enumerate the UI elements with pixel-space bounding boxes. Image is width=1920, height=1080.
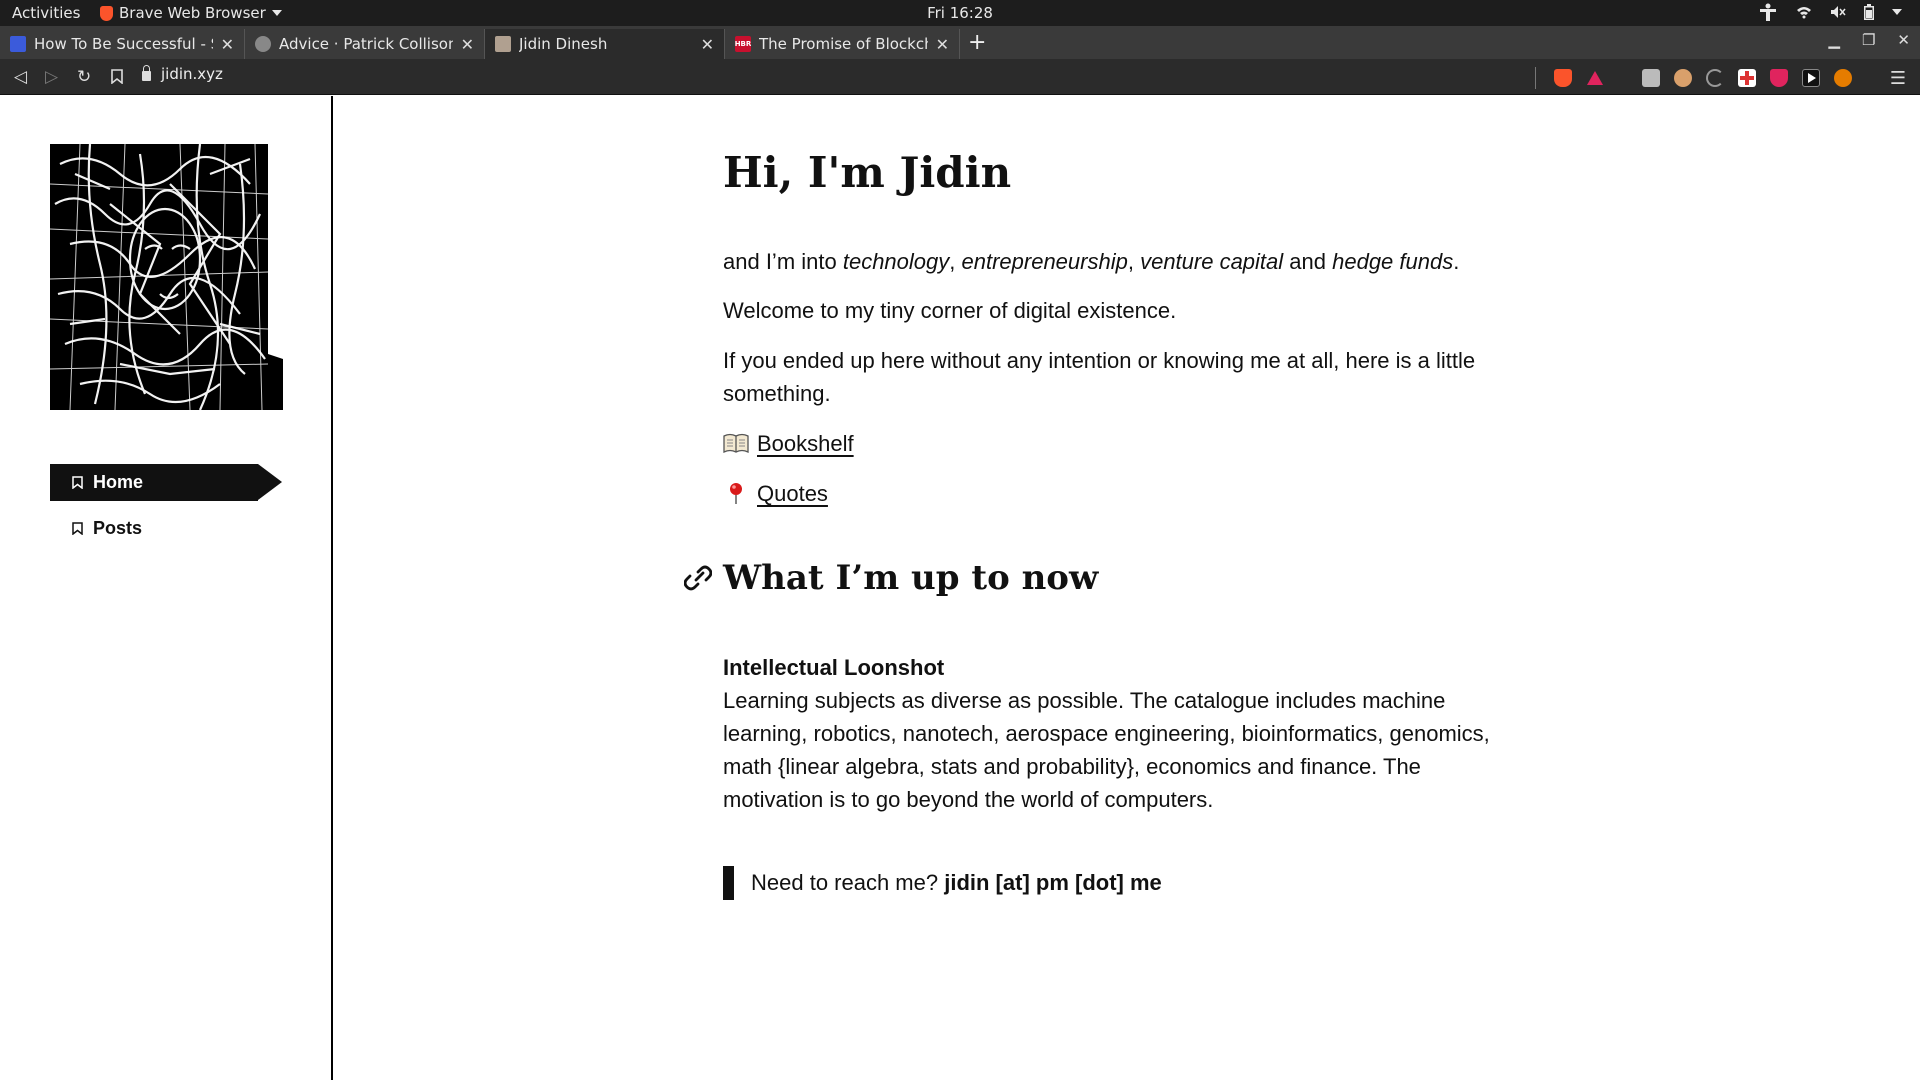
contact-prefix: Need to reach me? — [751, 870, 945, 895]
tab-promise-of-blockchain[interactable]: HBR The Promise of Blockchain ✕ — [725, 29, 960, 59]
interest-technology: technology — [842, 249, 950, 274]
open-book-icon — [723, 433, 749, 454]
bookmark-icon — [72, 476, 83, 489]
tab-title: How To Be Successful - Sam — [34, 35, 213, 53]
sidebar: Home Posts — [0, 96, 333, 1080]
sidebar-item-label: Posts — [93, 518, 143, 538]
intro-prefix: and I’m into — [723, 249, 843, 274]
sidebar-item-label: Home — [93, 472, 144, 492]
tab-strip: How To Be Successful - Sam ✕ Advice · Pa… — [0, 26, 1920, 59]
avatar — [50, 144, 283, 410]
tab-jidin-dinesh[interactable]: Jidin Dinesh ✕ — [485, 29, 725, 59]
callout-bar — [723, 866, 734, 900]
chevron-down-icon — [271, 10, 282, 16]
tab-favicon-icon — [255, 36, 271, 52]
restore-icon[interactable]: ❐ — [1862, 31, 1875, 49]
quotes-line: Quotes — [723, 477, 1513, 510]
interest-hedge-funds: hedge funds — [1332, 249, 1454, 274]
intro-separator: , — [949, 249, 962, 274]
sidebar-nav: Home Posts — [50, 464, 283, 556]
close-tab-icon[interactable]: ✕ — [701, 35, 714, 54]
extension-icon[interactable] — [1833, 69, 1852, 87]
activities-button[interactable]: Activities — [12, 4, 80, 22]
link-anchor-icon[interactable] — [684, 564, 712, 592]
extensions-area: ☰ — [1534, 67, 1906, 89]
close-tab-icon[interactable]: ✕ — [221, 35, 234, 54]
lock-icon — [142, 65, 151, 81]
contact-callout: Need to reach me? jidin [at] pm [dot] me — [723, 866, 1162, 900]
extension-icon[interactable] — [1801, 69, 1820, 87]
sidebar-item-posts[interactable]: Posts — [50, 510, 283, 547]
extension-icon[interactable] — [1673, 69, 1692, 87]
project-title: Intellectual Loonshot — [723, 655, 945, 680]
project-description: Learning subjects as diverse as possible… — [723, 688, 1490, 812]
close-tab-icon[interactable]: ✕ — [461, 35, 474, 54]
browser-toolbar: ◁ ▷ ↻ jidin.xyz ☰ — [0, 59, 1920, 95]
tab-title: The Promise of Blockchain — [759, 35, 928, 53]
system-tray[interactable] — [1758, 3, 1902, 21]
ended-up-paragraph: If you ended up here without any intenti… — [723, 348, 1476, 406]
window-controls: ▁ ❐ ✕ — [1828, 31, 1910, 49]
app-name: Brave Web Browser — [119, 4, 266, 22]
bookshelf-line: Bookshelf — [723, 427, 1513, 460]
intro-paragraph: and I’m into technology, entrepreneurshi… — [723, 245, 1513, 278]
brave-shields-icon[interactable] — [1553, 69, 1572, 87]
url-text: jidin.xyz — [161, 65, 223, 83]
tab-how-to-be-successful[interactable]: How To Be Successful - Sam ✕ — [0, 29, 245, 59]
extension-icon[interactable] — [1705, 69, 1724, 87]
tab-favicon-icon: HBR — [735, 36, 751, 52]
contact-email: jidin [at] pm [dot] me — [944, 870, 1162, 895]
close-tab-icon[interactable]: ✕ — [936, 35, 949, 54]
brave-rewards-icon[interactable] — [1586, 70, 1604, 86]
tab-title: Advice · Patrick Collison — [279, 35, 453, 53]
intro-separator: , — [1127, 249, 1141, 274]
accessibility-icon[interactable] — [1758, 3, 1778, 21]
app-menu[interactable]: Brave Web Browser — [100, 4, 282, 22]
minimize-icon[interactable]: ▁ — [1828, 31, 1840, 49]
volume-muted-icon — [1831, 6, 1846, 18]
forward-icon[interactable]: ▷ — [45, 67, 58, 87]
interest-entrepreneurship: entrepreneurship — [961, 249, 1128, 274]
clock[interactable]: Fri 16:28 — [927, 4, 993, 22]
brave-logo-icon — [100, 5, 113, 21]
wifi-icon — [1797, 7, 1811, 19]
tab-title: Jidin Dinesh — [519, 35, 608, 53]
welcome-paragraph: Welcome to my tiny corner of digital exi… — [723, 298, 1177, 323]
sidebar-item-home[interactable]: Home — [50, 464, 282, 501]
intro-suffix: . — [1453, 249, 1460, 274]
web-page: Home Posts Hi, I'm Jidin and I’m into te… — [0, 96, 1920, 1080]
section-heading: What I’m up to now — [723, 558, 1099, 598]
reload-icon[interactable]: ↻ — [77, 67, 91, 87]
tab-favicon-icon — [495, 36, 511, 52]
back-icon[interactable]: ◁ — [14, 67, 27, 87]
bookmark-page-icon[interactable] — [111, 69, 123, 84]
system-top-bar: Activities Brave Web Browser Fri 16:28 — [0, 0, 1920, 26]
bookshelf-link[interactable]: Bookshelf — [757, 431, 854, 456]
toolbar-separator — [1534, 67, 1536, 89]
address-bar[interactable]: jidin.xyz — [142, 65, 223, 83]
quotes-link[interactable]: Quotes — [757, 481, 828, 506]
pushpin-icon — [730, 483, 742, 504]
bookmark-icon — [72, 522, 83, 535]
close-window-icon[interactable]: ✕ — [1897, 31, 1910, 49]
tab-favicon-icon — [10, 36, 26, 52]
battery-icon — [1864, 4, 1874, 20]
page-title: Hi, I'm Jidin — [723, 148, 1012, 197]
shield-icon[interactable] — [1769, 69, 1788, 87]
system-menu-chevron-icon — [1892, 9, 1902, 15]
menu-icon[interactable]: ☰ — [1890, 68, 1906, 89]
new-tab-button[interactable]: + — [968, 30, 986, 55]
intro-and: and — [1283, 249, 1333, 274]
extension-icon[interactable] — [1641, 69, 1660, 87]
extension-icon[interactable] — [1737, 69, 1756, 87]
tab-advice-patrick-collison[interactable]: Advice · Patrick Collison ✕ — [245, 29, 485, 59]
interest-venture-capital: venture capital — [1140, 249, 1284, 274]
